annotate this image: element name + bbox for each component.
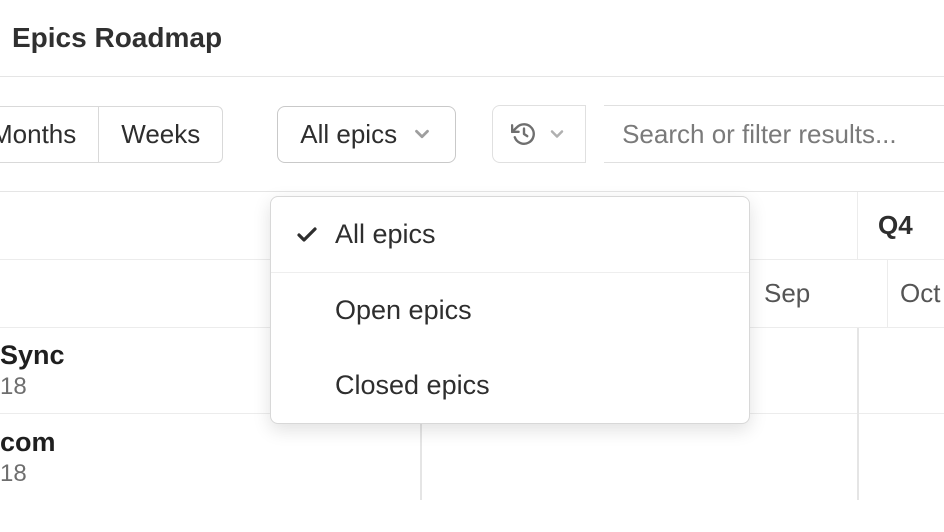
zoom-segmented-control: Months Weeks [0, 106, 223, 163]
column-divider [857, 328, 859, 500]
page-title: Epics Roadmap [0, 0, 944, 77]
epics-filter-dropdown-panel: All epics Open epics Closed epics [270, 196, 750, 424]
zoom-months-label: Months [0, 119, 76, 150]
epic-title: com [0, 427, 944, 458]
search-field-wrap [604, 105, 944, 163]
filter-option-label: Open epics [335, 295, 472, 326]
chevron-down-icon [547, 124, 567, 144]
zoom-weeks-label: Weeks [121, 119, 200, 150]
filter-option-label: All epics [335, 219, 436, 250]
epics-filter-dropdown-button[interactable]: All epics [277, 106, 456, 163]
epic-subtitle: 18 [0, 460, 944, 488]
history-icon [511, 121, 537, 147]
epic-row[interactable]: com 18 [0, 414, 944, 500]
history-dropdown-button[interactable] [492, 105, 586, 163]
filter-option-closed-epics[interactable]: Closed epics [271, 348, 749, 423]
filter-option-label: Closed epics [335, 370, 490, 401]
filter-option-all-epics[interactable]: All epics [271, 197, 749, 273]
chevron-down-icon [411, 123, 433, 145]
timeline-month-sep: Sep [749, 260, 887, 327]
toolbar: Months Weeks All epics [0, 77, 944, 191]
search-input[interactable] [622, 119, 926, 150]
timeline-month-oct: Oct [887, 260, 944, 327]
epics-filter-selected-label: All epics [300, 119, 397, 150]
zoom-months-button[interactable]: Months [0, 106, 98, 163]
zoom-weeks-button[interactable]: Weeks [98, 106, 223, 163]
check-icon [295, 223, 335, 247]
filter-option-open-epics[interactable]: Open epics [271, 273, 749, 348]
timeline-quarter-q4: Q4 [857, 192, 944, 259]
